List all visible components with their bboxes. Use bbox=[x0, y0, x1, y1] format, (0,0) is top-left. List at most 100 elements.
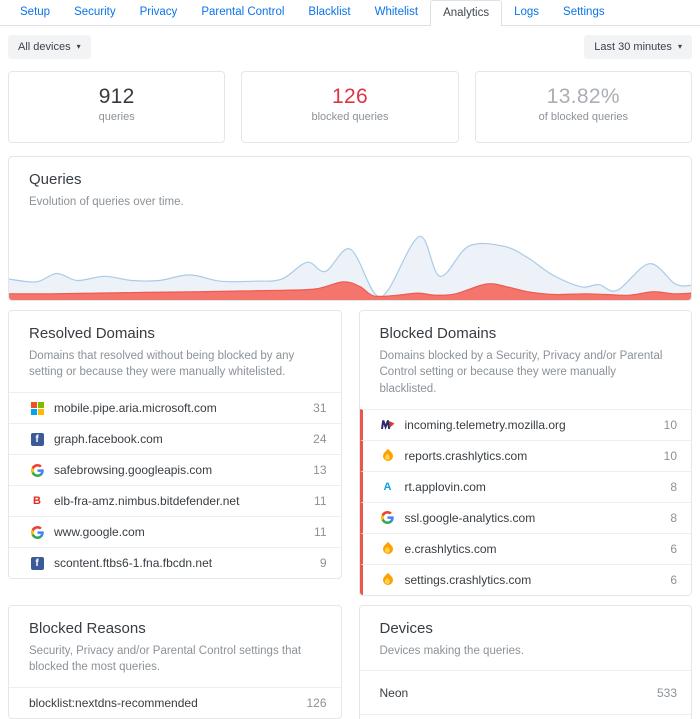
resolved-domains-card: Resolved Domains Domains that resolved w… bbox=[8, 309, 342, 580]
domain-label: settings.crashlytics.com bbox=[404, 572, 532, 587]
blocked-domains-card: Blocked Domains Domains blocked by a Sec… bbox=[358, 309, 692, 596]
resolved-domain-row: safebrowsing.googleapis.com 13 bbox=[9, 454, 341, 485]
facebook-icon: f bbox=[29, 556, 45, 570]
domain-count: 10 bbox=[663, 417, 677, 432]
reason-label: blocklist:nextdns-recommended bbox=[29, 696, 198, 711]
devices-title: Devices bbox=[379, 619, 433, 637]
stat-card-queries: 912 queries bbox=[8, 71, 226, 143]
domain-count: 11 bbox=[314, 494, 327, 509]
chevron-down-icon: ▾ bbox=[76, 42, 81, 51]
bottom-row: Blocked Reasons Security, Privacy and/or… bbox=[8, 604, 692, 719]
queries-chart bbox=[9, 225, 691, 300]
resolved-domains-subtitle: Domains that resolved without being bloc… bbox=[29, 349, 295, 379]
resolved-domains-title: Resolved Domains bbox=[29, 324, 155, 342]
domain-count: 31 bbox=[313, 401, 327, 416]
devices-card: Devices Devices making the queries. Neon… bbox=[358, 604, 692, 719]
blocked-percent-label: of blocked queries bbox=[538, 111, 628, 123]
domain-count: 8 bbox=[670, 479, 677, 494]
domain-label: rt.applovin.com bbox=[404, 479, 486, 494]
domains-row: Resolved Domains Domains that resolved w… bbox=[8, 309, 692, 596]
blocked-domains-subtitle: Domains blocked by a Security, Privacy a… bbox=[379, 349, 663, 396]
facebook-icon: f bbox=[29, 432, 45, 446]
period-dropdown[interactable]: Last 30 minutes ▾ bbox=[584, 35, 692, 59]
domain-label: reports.crashlytics.com bbox=[404, 448, 528, 463]
chevron-down-icon: ▾ bbox=[677, 42, 682, 51]
domain-label: safebrowsing.googleapis.com bbox=[54, 463, 213, 478]
blocked-domain-row: settings.crashlytics.com 6 bbox=[359, 563, 691, 595]
resolved-domains-list: mobile.pipe.aria.microsoft.com 31 f grap… bbox=[9, 392, 341, 578]
device-row: moto g(7) 379 bbox=[359, 714, 691, 719]
domain-label: incoming.telemetry.mozilla.org bbox=[404, 417, 566, 432]
tab-setup[interactable]: Setup bbox=[8, 0, 62, 25]
domain-label: e.crashlytics.com bbox=[404, 541, 497, 556]
domain-count: 8 bbox=[670, 510, 677, 525]
domain-label: graph.facebook.com bbox=[54, 432, 163, 447]
blocked-domains-title: Blocked Domains bbox=[379, 324, 497, 342]
domain-count: 9 bbox=[319, 556, 327, 571]
devices-dropdown[interactable]: All devices ▾ bbox=[8, 35, 91, 59]
domain-count: 13 bbox=[313, 463, 327, 478]
blocked-reasons-list: blocklist:nextdns-recommended 126 bbox=[9, 687, 341, 718]
queries-card: Queries Evolution of queries over time. bbox=[8, 156, 692, 301]
blocked-domains-list: incoming.telemetry.mozilla.org 10 report… bbox=[359, 408, 691, 595]
domain-count: 10 bbox=[663, 448, 677, 463]
devices-dropdown-label: All devices bbox=[18, 41, 71, 53]
google-icon bbox=[29, 525, 45, 539]
devices-list: Neon 533 moto g(7) 379 bbox=[359, 670, 691, 719]
resolved-domain-row: mobile.pipe.aria.microsoft.com 31 bbox=[9, 392, 341, 423]
tab-logs[interactable]: Logs bbox=[502, 0, 551, 25]
blocked-domain-row: ssl.google-analytics.com 8 bbox=[359, 501, 691, 533]
domain-count: 6 bbox=[670, 541, 677, 556]
domain-count: 11 bbox=[314, 525, 327, 540]
tab-whitelist[interactable]: Whitelist bbox=[363, 0, 430, 25]
stats-row: 912 queries 126 blocked queries 13.82% o… bbox=[8, 71, 692, 143]
blocked-reasons-card: Blocked Reasons Security, Privacy and/or… bbox=[8, 604, 342, 719]
blocked-reasons-subtitle: Security, Privacy and/or Parental Contro… bbox=[29, 644, 302, 674]
filters-row: All devices ▾ Last 30 minutes ▾ bbox=[0, 26, 700, 71]
queries-count-label: queries bbox=[98, 111, 135, 123]
nav-tabbar: Setup Security Privacy Parental Control Blac… bbox=[0, 0, 700, 26]
tab-security[interactable]: Security bbox=[62, 0, 128, 25]
mozilla-icon bbox=[380, 419, 396, 431]
blocked-reasons-title: Blocked Reasons bbox=[29, 619, 146, 637]
domain-count: 6 bbox=[670, 572, 677, 587]
domain-label: mobile.pipe.aria.microsoft.com bbox=[54, 401, 217, 416]
tab-analytics[interactable]: Analytics bbox=[430, 0, 503, 26]
applovin-icon: A bbox=[383, 480, 392, 493]
tab-settings[interactable]: Settings bbox=[551, 0, 617, 25]
crashlytics-icon bbox=[380, 448, 396, 463]
tab-blacklist[interactable]: Blacklist bbox=[296, 0, 362, 25]
microsoft-icon bbox=[29, 401, 45, 415]
period-dropdown-label: Last 30 minutes bbox=[594, 41, 672, 53]
google-icon bbox=[380, 511, 396, 525]
blocked-domain-row: reports.crashlytics.com 10 bbox=[359, 439, 691, 471]
queries-count: 912 bbox=[98, 85, 135, 108]
blocked-percent: 13.82% bbox=[546, 85, 620, 108]
blocked-domain-row: e.crashlytics.com 6 bbox=[359, 532, 691, 564]
device-count: 533 bbox=[656, 685, 677, 700]
domain-label: scontent.ftbs6-1.fna.fbcdn.net bbox=[54, 556, 213, 571]
domain-label: ssl.google-analytics.com bbox=[404, 510, 536, 525]
google-icon bbox=[29, 463, 45, 477]
stat-card-blocked-queries: 126 blocked queries bbox=[241, 71, 459, 143]
resolved-domain-row: f scontent.ftbs6-1.fna.fbcdn.net 9 bbox=[9, 547, 341, 578]
domain-label: elb-fra-amz.nimbus.bitdefender.net bbox=[54, 494, 240, 509]
blocked-reason-row: blocklist:nextdns-recommended 126 bbox=[9, 687, 341, 718]
crashlytics-icon bbox=[380, 572, 396, 587]
resolved-domain-row: f graph.facebook.com 24 bbox=[9, 423, 341, 454]
resolved-domain-row: www.google.com 11 bbox=[9, 516, 341, 547]
blocked-domain-row: incoming.telemetry.mozilla.org 10 bbox=[359, 408, 691, 440]
tab-privacy[interactable]: Privacy bbox=[128, 0, 190, 25]
blocked-queries-count-label: blocked queries bbox=[311, 111, 389, 123]
blocked-domain-row: A rt.applovin.com 8 bbox=[359, 470, 691, 502]
device-name: Neon bbox=[379, 685, 409, 700]
crashlytics-icon bbox=[380, 541, 396, 556]
domain-label: www.google.com bbox=[54, 525, 145, 540]
resolved-domain-row: B elb-fra-amz.nimbus.bitdefender.net 11 bbox=[9, 485, 341, 516]
bitdefender-icon: B bbox=[33, 495, 41, 508]
stat-card-blocked-percent: 13.82% of blocked queries bbox=[474, 71, 692, 143]
queries-card-title: Queries bbox=[29, 171, 82, 188]
domain-count: 24 bbox=[313, 432, 327, 447]
device-row: Neon 533 bbox=[359, 670, 691, 714]
tab-parental-control[interactable]: Parental Control bbox=[189, 0, 296, 25]
